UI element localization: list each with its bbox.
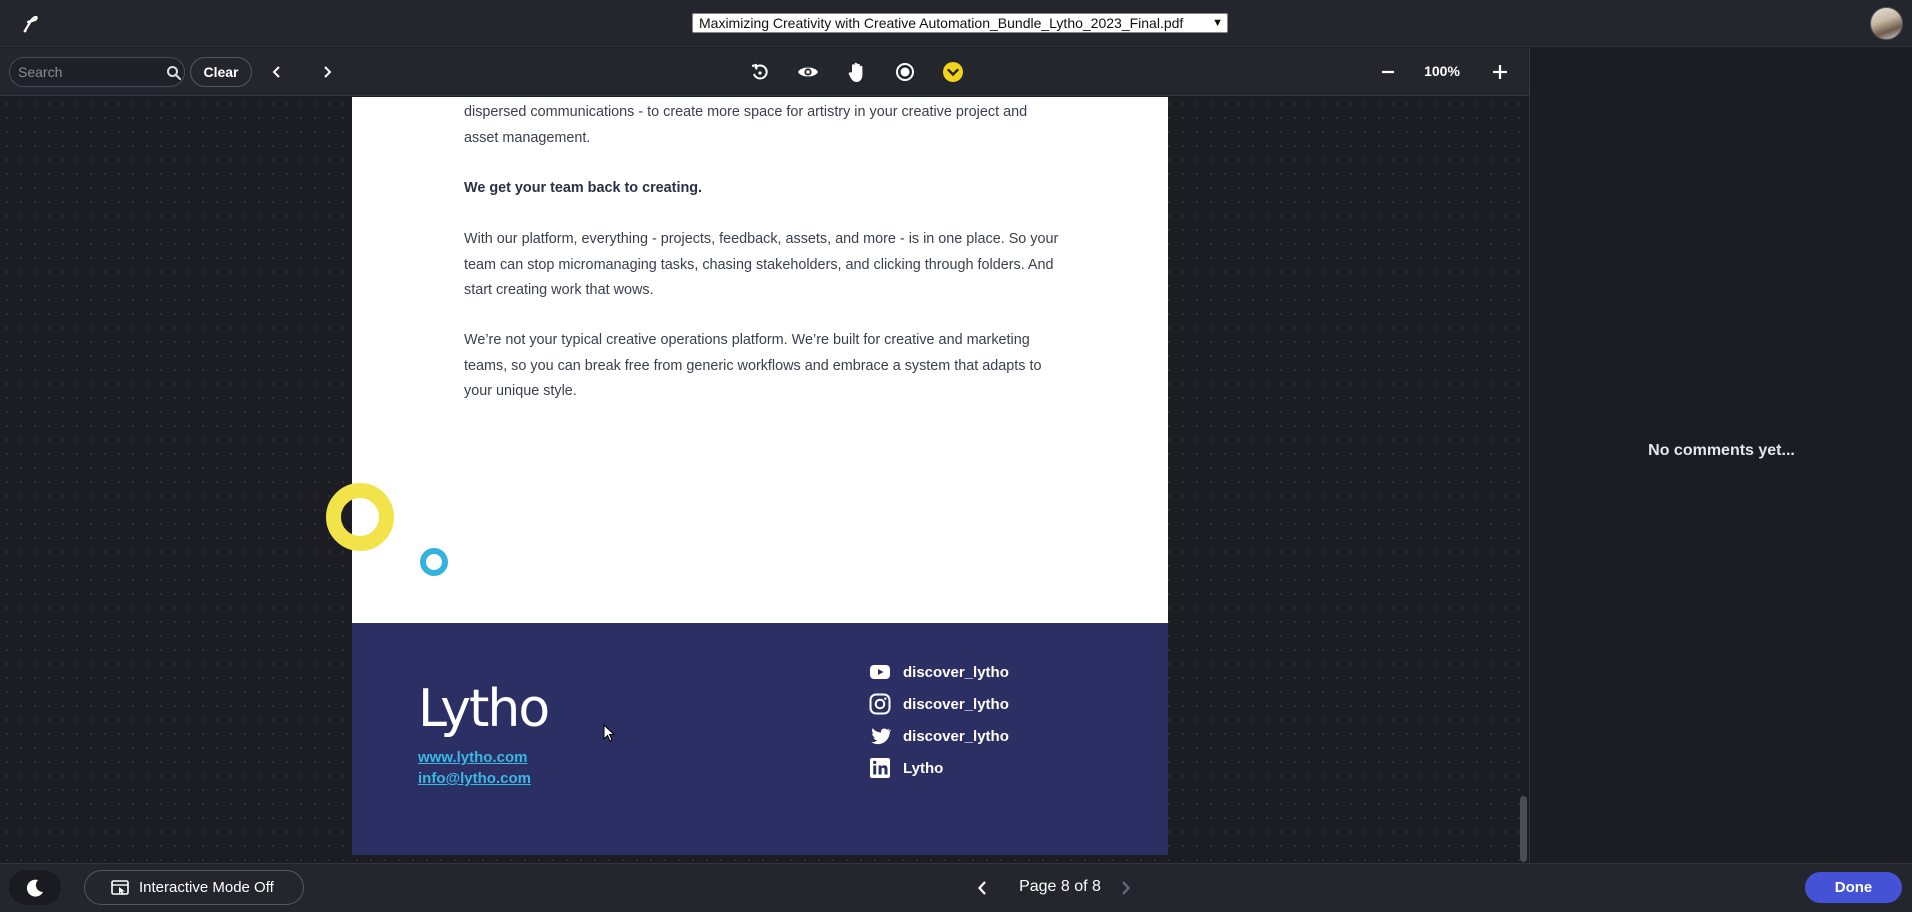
chevron-left-icon <box>272 66 280 78</box>
linkedin-icon <box>870 758 890 778</box>
zoom-in-icon[interactable] <box>1488 60 1512 84</box>
file-select[interactable]: Maximizing Creativity with Creative Auto… <box>692 13 1228 33</box>
top-bar: Maximizing Creativity with Creative Auto… <box>0 0 1912 47</box>
avatar[interactable] <box>1870 7 1903 40</box>
rotate-tool-button[interactable] <box>748 60 772 84</box>
search-next-button[interactable] <box>316 61 338 83</box>
done-button[interactable]: Done <box>1805 872 1902 903</box>
file-select-value: Maximizing Creativity with Creative Auto… <box>699 15 1184 31</box>
chevron-left-icon <box>978 881 986 895</box>
decorative-ring-blue <box>420 548 448 576</box>
social-youtube[interactable]: discover_lytho <box>869 661 1009 683</box>
website-link[interactable]: www.lytho.com <box>418 749 527 766</box>
zoom-out-icon[interactable] <box>1376 60 1400 84</box>
instagram-icon <box>869 693 891 715</box>
rotate-icon <box>751 63 768 80</box>
zoom-level: 100% <box>1424 63 1460 79</box>
page-footer: Lytho www.lytho.com info@lytho.com disco… <box>352 623 1168 855</box>
social-handle: discover_lytho <box>903 663 1009 681</box>
chevron-right-icon <box>1122 881 1130 895</box>
interactive-mode-button[interactable]: Interactive Mode Off <box>84 870 304 905</box>
chevron-right-icon <box>324 66 332 78</box>
chevron-circle-icon <box>943 62 963 82</box>
pdf-page: dispersed communications - to create mor… <box>326 97 1168 855</box>
pan-tool-button[interactable] <box>845 60 869 84</box>
paragraph-heading: We get your team back to creating. <box>464 180 703 196</box>
document-viewer[interactable]: dispersed communications - to create mor… <box>0 97 1529 862</box>
paragraph: With our platform, everything - projects… <box>464 231 1059 298</box>
clear-button[interactable]: Clear <box>190 57 252 87</box>
scrollbar-thumb[interactable] <box>1520 796 1527 862</box>
next-page-button[interactable] <box>1114 877 1136 899</box>
twitter-icon <box>871 728 891 745</box>
record-tool-button[interactable] <box>893 60 917 84</box>
interactive-mode-icon <box>111 879 129 895</box>
search-input[interactable] <box>18 63 158 81</box>
viewer-scrollbar[interactable] <box>1518 97 1529 862</box>
social-instagram[interactable]: discover_lytho <box>869 693 1009 715</box>
chevron-down-icon: ▼ <box>1212 17 1223 29</box>
search-box[interactable] <box>9 57 185 87</box>
mouse-cursor-icon <box>603 724 616 742</box>
eye-icon <box>798 67 818 77</box>
youtube-icon <box>870 665 890 679</box>
social-handle: discover_lytho <box>903 727 1009 745</box>
page-indicator: Page 8 of 8 <box>1019 878 1101 895</box>
comments-panel: No comments yet... <box>1529 48 1912 864</box>
interactive-mode-label: Interactive Mode Off <box>139 879 274 896</box>
comments-empty-message: No comments yet... <box>1648 442 1795 459</box>
email-link[interactable]: info@lytho.com <box>418 770 531 787</box>
decorative-ring-yellow <box>326 483 394 551</box>
moon-icon <box>26 879 43 897</box>
paragraph: We’re not your typical creative operatio… <box>464 332 1042 399</box>
lytho-logo: Lytho <box>418 679 550 739</box>
search-icon[interactable] <box>166 65 182 81</box>
view-tool-button[interactable] <box>796 60 820 84</box>
social-handle: discover_lytho <box>903 695 1009 713</box>
social-twitter[interactable]: discover_lytho <box>869 725 1009 747</box>
app-logo-icon[interactable] <box>18 12 42 36</box>
hand-icon <box>848 62 863 82</box>
social-linkedin[interactable]: Lytho <box>869 757 943 779</box>
record-icon <box>896 63 914 81</box>
search-prev-button[interactable] <box>266 61 288 83</box>
prev-page-button[interactable] <box>972 877 994 899</box>
social-handle: Lytho <box>903 759 944 777</box>
paragraph: dispersed communications - to create mor… <box>464 104 1028 146</box>
more-tools-button[interactable] <box>941 60 965 84</box>
theme-toggle[interactable] <box>9 870 61 905</box>
